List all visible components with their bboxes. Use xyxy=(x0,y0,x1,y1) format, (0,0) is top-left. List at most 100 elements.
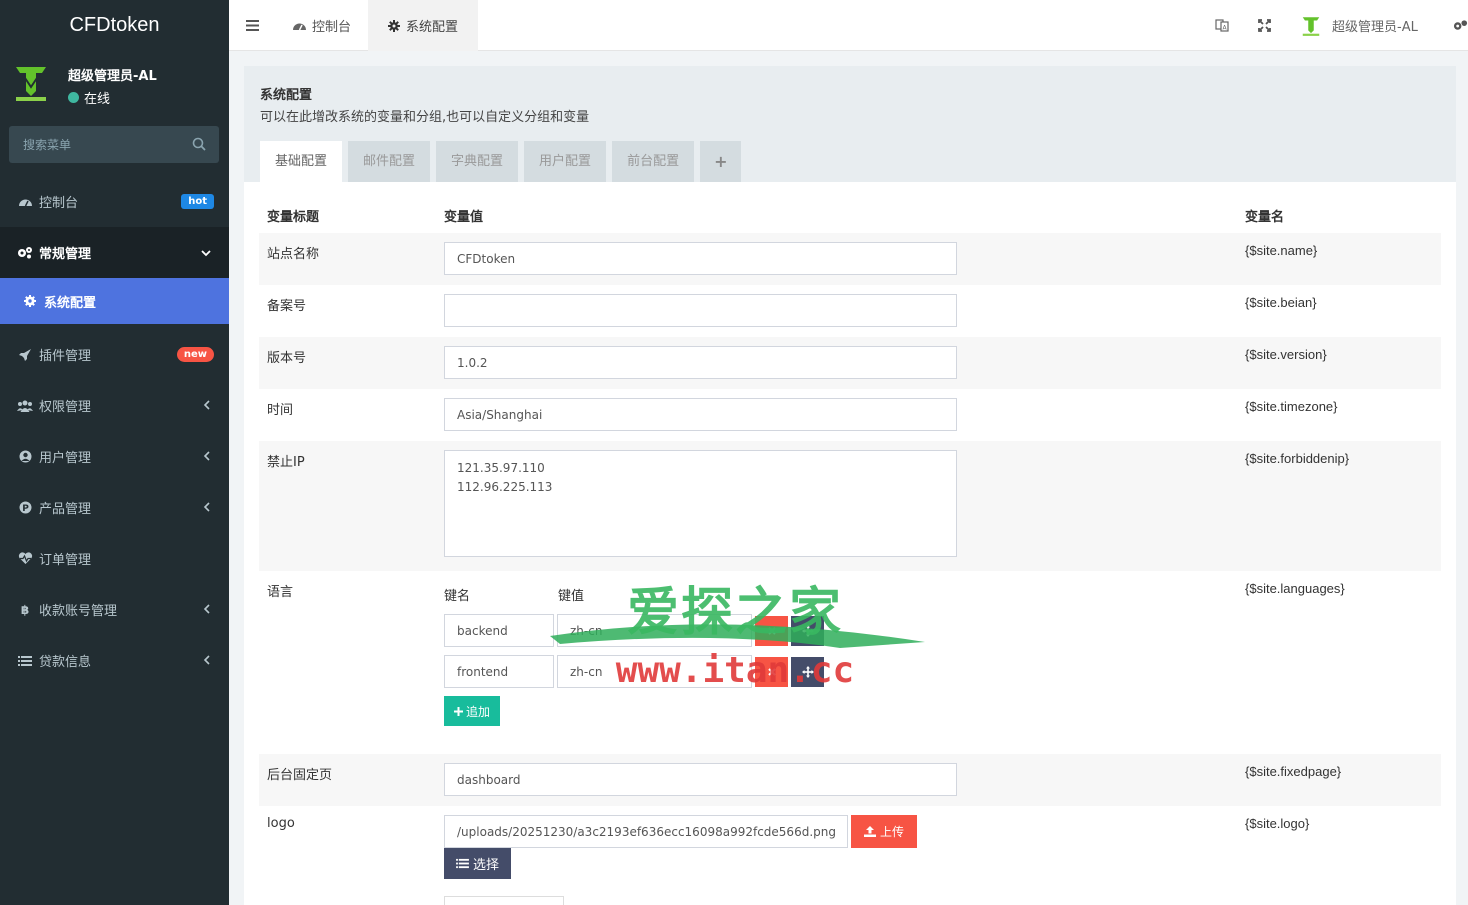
titanfx-logo xyxy=(16,67,46,101)
dashboard-icon xyxy=(17,195,33,209)
tab-user[interactable]: 用户配置 xyxy=(524,141,607,182)
cogs-icon xyxy=(1453,20,1468,30)
row-title: 站点名称 xyxy=(259,233,436,285)
svg-text:P: P xyxy=(22,504,29,514)
remove-button[interactable] xyxy=(755,615,788,646)
sidebar-item-products[interactable]: P 产品管理 xyxy=(0,482,229,533)
page-title: 系统配置 xyxy=(260,88,313,103)
hot-badge: hot xyxy=(181,194,214,209)
drag-handle[interactable] xyxy=(791,656,824,687)
panel-heading: 系统配置 可以在此增改系统的变量和分组,也可以自定义分组和变量 基础配置 邮件配… xyxy=(244,66,1456,182)
logo-preview[interactable] xyxy=(444,896,564,905)
table-row: logo 上传 选择 {$site.logo} xyxy=(259,806,1441,905)
hamburger-icon xyxy=(245,20,259,31)
close-icon xyxy=(767,667,776,676)
sidebar-item-label: 用户管理 xyxy=(39,451,92,466)
kv-row xyxy=(444,614,1229,647)
value-input[interactable] xyxy=(557,655,752,688)
tab-system-config[interactable]: 系统配置 xyxy=(368,0,478,51)
chevron-left-icon xyxy=(203,502,210,512)
config-panel: 系统配置 可以在此增改系统的变量和分组,也可以自定义分组和变量 基础配置 邮件配… xyxy=(244,66,1456,905)
tab-basic[interactable]: 基础配置 xyxy=(260,141,343,182)
row-title: 后台固定页 xyxy=(259,754,436,806)
timezone-input[interactable] xyxy=(444,398,957,431)
table-row: 站点名称 {$site.name} xyxy=(259,233,1441,285)
beian-input[interactable] xyxy=(444,294,957,327)
dashboard-icon xyxy=(292,23,306,31)
heartbeat-icon xyxy=(17,552,33,566)
new-badge: new xyxy=(176,347,214,362)
user-name: 超级管理员-AL xyxy=(68,69,157,84)
sidebar-item-users[interactable]: 用户管理 xyxy=(0,431,229,482)
upload-label: 上传 xyxy=(880,825,905,839)
plus-icon xyxy=(454,706,463,716)
rocket-icon xyxy=(17,348,33,362)
value-header: 键值 xyxy=(558,589,585,604)
col-header-value: 变量值 xyxy=(444,210,484,225)
sidebar-toggle-button[interactable] xyxy=(229,0,275,51)
choose-button[interactable]: 选择 xyxy=(444,848,512,879)
user-status: 在线 xyxy=(68,88,110,107)
online-dot-icon xyxy=(68,92,79,103)
append-label: 追加 xyxy=(466,704,491,719)
tab-email[interactable]: 邮件配置 xyxy=(348,141,431,182)
version-input[interactable] xyxy=(444,346,957,379)
sidebar-item-label: 权限管理 xyxy=(39,400,92,415)
sidebar-item-dashboard[interactable]: 控制台 hot xyxy=(0,176,229,227)
fixed-page-input[interactable] xyxy=(444,763,957,796)
drag-handle[interactable] xyxy=(791,615,824,646)
sidebar-search xyxy=(9,126,219,163)
key-input[interactable] xyxy=(444,614,554,647)
chevron-left-icon xyxy=(203,400,210,410)
append-button[interactable]: 追加 xyxy=(444,696,501,726)
row-title: 备案号 xyxy=(267,299,307,314)
var-name: {$site.languages} xyxy=(1245,581,1345,596)
value-input[interactable] xyxy=(557,614,752,647)
row-title: logo xyxy=(267,816,295,831)
tab-dictionary[interactable]: 字典配置 xyxy=(436,141,519,182)
tab-frontend[interactable]: 前台配置 xyxy=(612,141,695,182)
remove-button[interactable] xyxy=(755,656,788,687)
table-row: 语言 键名 键值 backend zh-cn frontend zh-cn 追加… xyxy=(259,571,1441,754)
user-circle-icon xyxy=(17,450,33,464)
fullscreen-button[interactable] xyxy=(1254,0,1274,51)
user-menu[interactable]: 超级管理员-AL xyxy=(1301,0,1418,51)
forbidden-ip-textarea[interactable]: 121.35.97.110 112.96.225.113 xyxy=(444,450,957,557)
chevron-down-icon xyxy=(201,250,211,257)
upload-button[interactable]: 上传 xyxy=(851,815,918,848)
sidebar-item-plugins[interactable]: 插件管理 new xyxy=(0,329,229,380)
var-name: {$site.beian} xyxy=(1245,295,1317,310)
close-icon xyxy=(767,626,776,635)
status-label: 在线 xyxy=(84,92,111,107)
chevron-left-icon xyxy=(203,451,210,461)
page-description: 可以在此增改系统的变量和分组,也可以自定义分组和变量 xyxy=(260,110,590,125)
key-input[interactable] xyxy=(444,655,554,688)
logo-path-input[interactable] xyxy=(444,815,848,848)
sidebar-item-permissions[interactable]: 权限管理 xyxy=(0,380,229,431)
group-icon xyxy=(17,399,33,413)
logo-input-group: 上传 xyxy=(444,815,1229,848)
sidebar-item-loans[interactable]: 贷款信息 xyxy=(0,635,229,686)
sidebar-item-orders[interactable]: 订单管理 xyxy=(0,533,229,584)
site-name-input[interactable] xyxy=(444,242,957,275)
search-icon[interactable] xyxy=(192,137,206,151)
kv-header: 键名 键值 xyxy=(444,585,1229,604)
sidebar-item-system-config[interactable]: 系统配置 xyxy=(0,278,229,324)
cogs-icon xyxy=(17,246,33,260)
table-row: 备案号 {$site.beian} xyxy=(259,285,1441,337)
sidebar-item-general[interactable]: 常规管理 xyxy=(0,227,229,278)
row-title: 语言 xyxy=(267,585,294,600)
settings-button[interactable] xyxy=(1453,0,1468,51)
kv-row xyxy=(444,655,1229,688)
menu-search-input[interactable] xyxy=(9,126,219,163)
sidebar-item-payment-accounts[interactable]: ฿ 收款账号管理 xyxy=(0,584,229,635)
list-icon xyxy=(17,654,33,668)
add-group-button[interactable]: + xyxy=(700,141,742,182)
language-button[interactable]: A xyxy=(1212,0,1232,51)
config-table: 变量标题 变量值 变量名 站点名称 {$site.name} 备案号 {$sit… xyxy=(259,198,1441,905)
tab-label: 控制台 xyxy=(311,20,351,35)
tab-dashboard[interactable]: 控制台 xyxy=(275,0,368,51)
brand-logo-text[interactable]: CFDtoken xyxy=(0,0,229,51)
col-header-title: 变量标题 xyxy=(267,210,320,225)
chevron-left-icon xyxy=(203,604,210,614)
